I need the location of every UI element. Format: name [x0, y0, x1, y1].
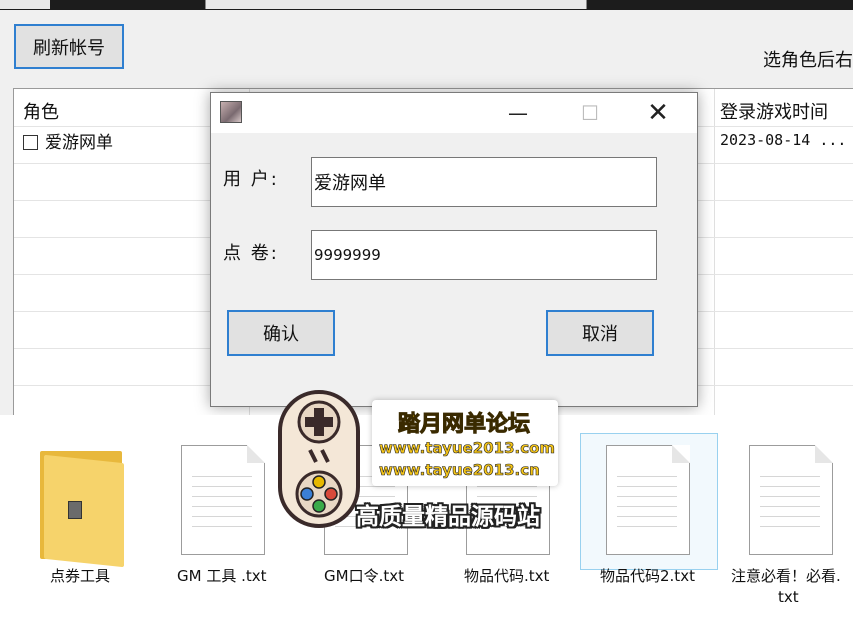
file-name: GM 工具 .txt: [177, 567, 267, 585]
text-file-icon: [181, 445, 265, 555]
file-name: 物品代码.txt: [464, 567, 550, 585]
role-checkbox[interactable]: [23, 135, 38, 150]
user-field[interactable]: 爱游网单: [311, 157, 657, 207]
folder-badge-icon: [68, 501, 82, 519]
login-time-cell: 2023-08-14 ...: [720, 131, 847, 149]
file-item-selected[interactable]: 物品代码2.txt: [580, 415, 718, 623]
points-label: 点 卷:: [223, 243, 279, 264]
close-icon[interactable]: ✕: [635, 93, 681, 133]
folder-item[interactable]: 点券工具: [20, 415, 150, 623]
folder-front: [44, 454, 124, 568]
text-file-icon: [749, 445, 833, 555]
points-field[interactable]: 9999999: [311, 230, 657, 280]
watermark-url-1: www.tayue2013.com: [379, 439, 556, 458]
hint-text: 选角色后右: [763, 50, 853, 71]
role-name: 爱游网单: [45, 133, 113, 153]
file-item[interactable]: 注意必看！必看. txt: [725, 415, 853, 623]
column-divider: [714, 89, 715, 429]
confirm-button[interactable]: 确认: [227, 310, 335, 356]
account-tool-window: 刷新帐号 选角色后右 角色 登录游戏时间 爱游网单 2023-08-14 ...…: [0, 10, 853, 430]
file-name: 注意必看！必看.: [731, 567, 841, 585]
top-window-edge: [0, 0, 853, 10]
dialog-titlebar[interactable]: — ☐ ✕: [211, 93, 697, 133]
watermark-title: 踏月网单论坛: [397, 412, 531, 438]
column-header-login-time[interactable]: 登录游戏时间: [720, 98, 828, 124]
table-row[interactable]: 爱游网单: [23, 128, 113, 153]
user-label: 用 户:: [223, 169, 279, 190]
tab-stub-left: [0, 0, 50, 9]
column-header-role[interactable]: 角色: [23, 98, 59, 124]
gamepad-logo-icon: [278, 390, 360, 528]
file-name-line2: txt: [778, 588, 799, 606]
text-file-icon: [606, 445, 690, 555]
tab-stub: [205, 0, 587, 9]
maximize-icon[interactable]: ☐: [567, 93, 613, 133]
minimize-icon[interactable]: —: [495, 93, 541, 133]
file-name: GM口令.txt: [324, 567, 404, 585]
watermark-url-2: www.tayue2013.cn: [379, 461, 540, 480]
points-dialog: — ☐ ✕ 用 户: 爱游网单 点 卷: 9999999 确认 取消: [210, 92, 698, 407]
file-name: 点券工具: [50, 567, 111, 585]
cancel-button[interactable]: 取消: [546, 310, 654, 356]
refresh-accounts-button[interactable]: 刷新帐号: [14, 24, 124, 69]
file-name: 物品代码2.txt: [600, 567, 695, 585]
app-icon: [220, 101, 242, 123]
watermark-slogan: 高质量精品源码站: [356, 504, 540, 530]
